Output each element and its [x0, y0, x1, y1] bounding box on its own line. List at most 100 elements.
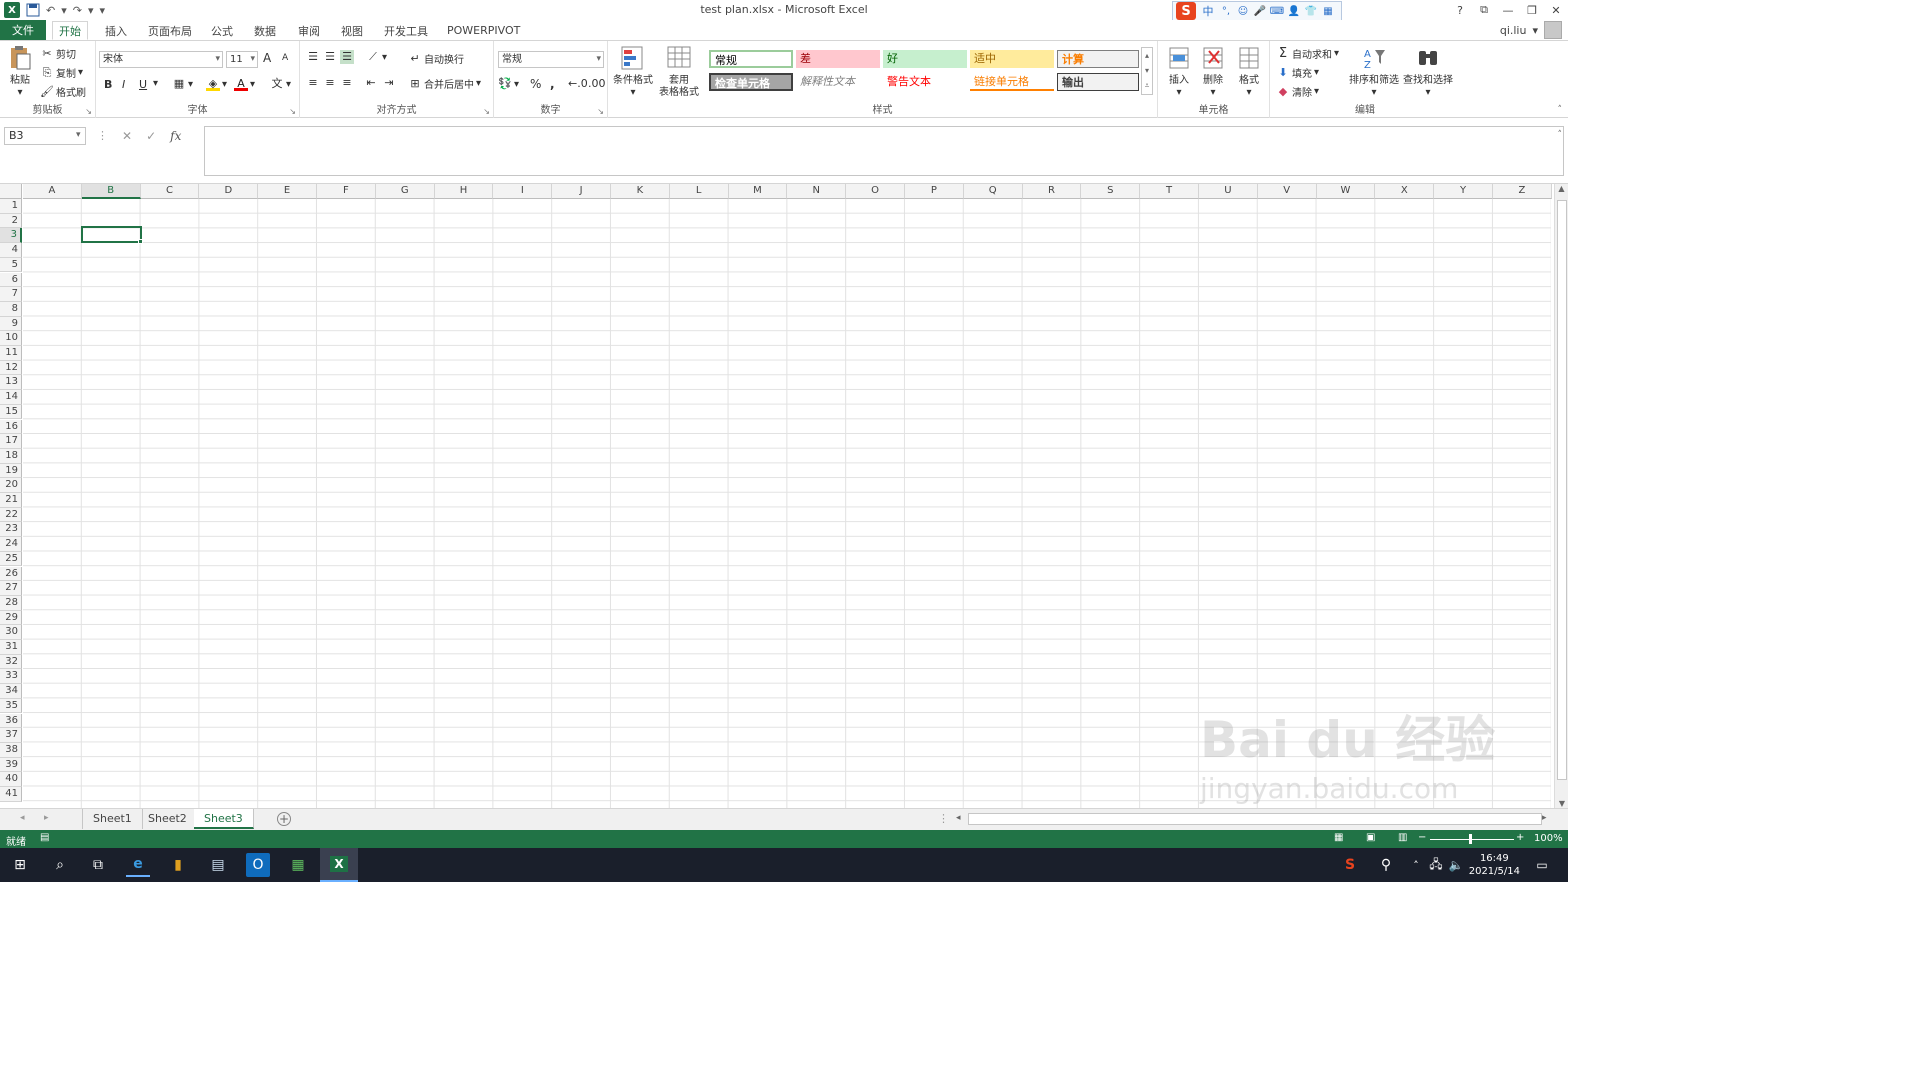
app-bottle-icon[interactable]: ▮ [166, 853, 190, 877]
sort-filter-button[interactable]: AZ 排序和筛选 ▾ [1348, 45, 1400, 99]
align-center-button[interactable]: ≡ [323, 76, 337, 90]
row-header[interactable]: 9 [0, 316, 22, 332]
row-header[interactable]: 11 [0, 346, 22, 361]
row-header[interactable]: 7 [0, 287, 22, 302]
row-header[interactable]: 16 [0, 419, 22, 435]
row-header[interactable]: 29 [0, 610, 22, 626]
tab-data[interactable]: 数据 [248, 21, 282, 40]
insert-cells-button[interactable]: 插入 ▾ [1164, 45, 1194, 99]
row-header[interactable]: 35 [0, 698, 22, 714]
emoji-icon[interactable]: ☺ [1237, 5, 1249, 17]
row-header[interactable]: 19 [0, 463, 22, 479]
column-header[interactable]: V [1257, 184, 1317, 199]
sheet-tab-sheet3[interactable]: Sheet3 [194, 809, 254, 829]
volume-icon[interactable]: 🔈 [1444, 853, 1468, 877]
restore-icon[interactable]: ❐ [1520, 4, 1544, 17]
underline-button[interactable]: U [139, 78, 147, 91]
fill-color-button[interactable]: ◈ ▾ [206, 77, 227, 91]
row-header[interactable]: 31 [0, 640, 22, 655]
column-header[interactable]: S [1081, 184, 1141, 199]
accounting-format-button[interactable]: 💱 ▾ [498, 77, 519, 91]
increase-indent-button[interactable]: ⇥ [382, 76, 396, 90]
align-left-button[interactable]: ≡ [306, 76, 320, 90]
microphone-icon[interactable]: 🎤 [1254, 5, 1266, 17]
column-header[interactable]: Y [1434, 184, 1493, 199]
decrease-indent-button[interactable]: ⇤ [364, 76, 378, 90]
style-explanatory[interactable]: 解释性文本 [796, 73, 880, 91]
align-top-button[interactable]: ☰ [306, 50, 320, 64]
paste-button[interactable]: 粘贴 ▾ [6, 45, 34, 99]
vertical-scrollbar[interactable]: ▲ ▼ [1554, 184, 1568, 808]
column-header[interactable]: R [1022, 184, 1082, 199]
dialog-launcher-icon[interactable]: ↘ [597, 107, 604, 116]
punctuation-icon[interactable]: °, [1220, 5, 1232, 17]
style-good[interactable]: 好 [883, 50, 967, 68]
tab-split-grip-icon[interactable]: ⋮ [938, 812, 949, 825]
row-header[interactable]: 13 [0, 375, 22, 391]
increase-decimal-button[interactable]: ←.0 [568, 77, 588, 91]
select-all-corner[interactable] [0, 184, 22, 199]
tab-page-layout[interactable]: 页面布局 [142, 21, 198, 40]
row-header[interactable]: 20 [0, 478, 22, 493]
row-header[interactable]: 8 [0, 301, 22, 317]
sogou-tray-icon[interactable]: S [1338, 853, 1362, 877]
tab-view[interactable]: 视图 [335, 21, 369, 40]
ie-browser-icon[interactable]: e [126, 853, 150, 877]
formula-input[interactable] [204, 126, 1564, 176]
row-header[interactable]: 27 [0, 581, 22, 596]
next-sheet-icon[interactable]: ▸ [44, 813, 49, 823]
help-icon[interactable]: ? [1448, 4, 1472, 17]
column-header[interactable]: J [552, 184, 611, 199]
align-right-button[interactable]: ≡ [340, 76, 354, 90]
notifications-icon[interactable]: ▭ [1530, 853, 1554, 877]
search-icon[interactable]: ⌕ [48, 853, 72, 877]
prev-sheet-icon[interactable]: ◂ [20, 813, 25, 823]
scroll-right-icon[interactable]: ▸ [1542, 813, 1547, 823]
vertical-scroll-thumb[interactable] [1557, 200, 1567, 780]
number-format-combo[interactable]: 常规 [498, 51, 604, 68]
column-header[interactable]: K [611, 184, 670, 199]
row-header[interactable]: 4 [0, 243, 22, 258]
style-warning[interactable]: 警告文本 [883, 73, 967, 91]
dialog-launcher-icon[interactable]: ↘ [483, 107, 490, 116]
row-header[interactable]: 10 [0, 331, 22, 346]
row-header[interactable]: 14 [0, 390, 22, 405]
keyboard-icon[interactable]: ⌨ [1270, 5, 1284, 17]
format-painter-button[interactable]: 🖌 格式刷 [40, 84, 86, 100]
underline-dropdown-icon[interactable]: ▾ [153, 78, 158, 89]
active-cell[interactable] [81, 226, 142, 243]
outlook-icon[interactable]: O [246, 853, 270, 877]
style-check-cell[interactable]: 检查单元格 [709, 73, 793, 91]
orientation-button[interactable]: ⟋ ▾ [366, 50, 387, 64]
redo-dropdown-icon[interactable]: ▾ [88, 2, 94, 18]
tab-developer[interactable]: 开发工具 [378, 21, 434, 40]
column-header[interactable]: L [669, 184, 729, 199]
row-header[interactable]: 6 [0, 272, 22, 288]
zoom-in-icon[interactable]: + [1516, 832, 1524, 843]
row-header[interactable]: 1 [0, 199, 22, 214]
shrink-font-button[interactable]: A [282, 53, 288, 63]
dialog-launcher-icon[interactable]: ↘ [289, 107, 296, 116]
undo-icon[interactable]: ↶ [46, 2, 55, 18]
row-header[interactable]: 38 [0, 742, 22, 758]
tab-home[interactable]: 开始 [52, 21, 88, 40]
column-header[interactable]: D [199, 184, 259, 199]
macro-record-icon[interactable]: ▤ [40, 832, 49, 843]
ime-toolbar[interactable]: S 中 °, ☺ 🎤 ⌨ 👤 👕 ▦ [1172, 1, 1342, 21]
column-header[interactable]: M [728, 184, 788, 199]
find-select-button[interactable]: 查找和选择 ▾ [1402, 45, 1454, 99]
font-color-button[interactable]: A ▾ [234, 77, 255, 91]
align-bottom-button[interactable]: ☰ [340, 50, 354, 64]
ribbon-display-icon[interactable]: ⧉ [1472, 3, 1496, 17]
name-box[interactable]: B3 [4, 127, 86, 145]
scroll-down-icon[interactable]: ▼ [1555, 799, 1568, 808]
clear-button[interactable]: ◆ 清除 ▾ [1276, 84, 1319, 100]
row-header[interactable]: 34 [0, 684, 22, 699]
format-as-table-button[interactable]: 套用 表格格式 [656, 45, 702, 99]
sheet-tab-sheet1[interactable]: Sheet1 [82, 809, 143, 829]
row-header[interactable]: 33 [0, 669, 22, 685]
row-header[interactable]: 18 [0, 448, 22, 464]
tab-review[interactable]: 审阅 [292, 21, 326, 40]
project-icon[interactable]: ▦ [286, 853, 310, 877]
zoom-out-icon[interactable]: − [1418, 832, 1426, 843]
